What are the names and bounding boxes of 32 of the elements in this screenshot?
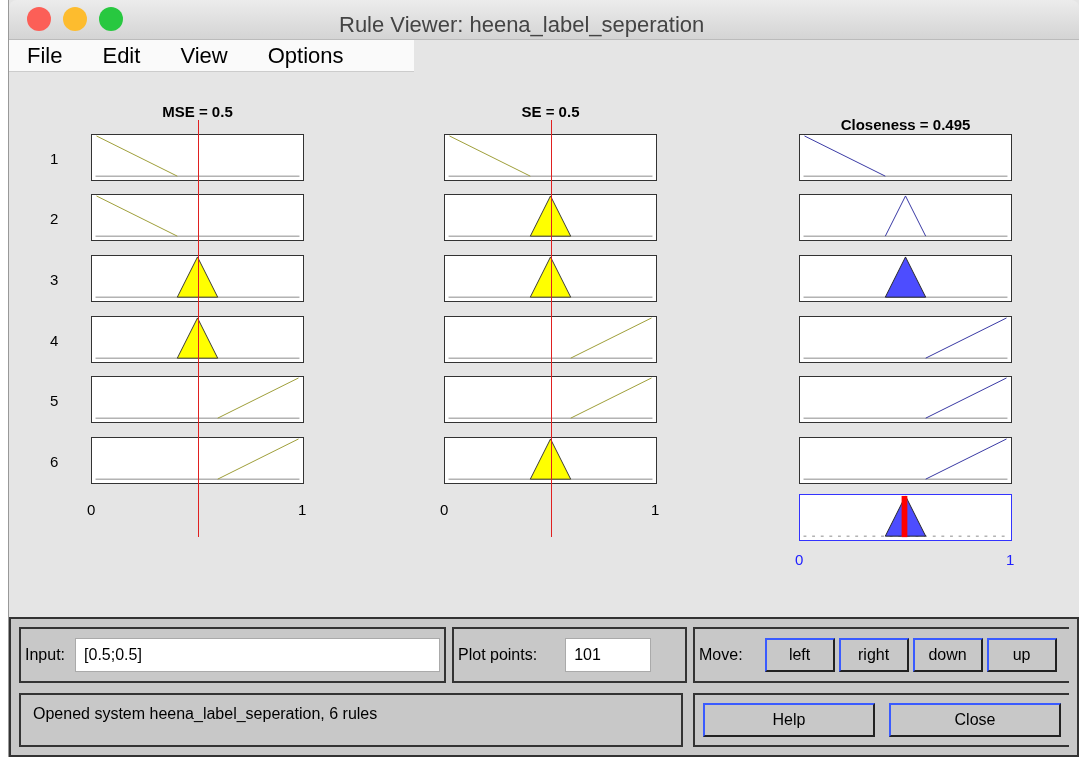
menu-item[interactable]: Options	[267, 38, 344, 72]
variable-title: MSE = 0.5	[161, 101, 234, 122]
menu-item[interactable]: View	[180, 38, 228, 72]
rule-number: 4	[50, 330, 59, 351]
dialog-button[interactable]: Close	[889, 703, 1061, 737]
axis-label: 0	[440, 500, 449, 521]
axis-label: 1	[298, 500, 307, 521]
rule-number: 2	[50, 209, 59, 230]
axis-label: 1	[651, 500, 660, 521]
variable-title: SE = 0.5	[520, 101, 581, 122]
input-label: Input:	[25, 645, 66, 665]
plot-points-label: Plot points:	[458, 645, 538, 665]
move-button[interactable]: right	[838, 638, 909, 672]
input-field[interactable]: [0.5;0.5]	[75, 638, 440, 672]
dialog-button[interactable]: Help	[703, 703, 875, 737]
rule-number: 3	[50, 269, 59, 290]
menu-item[interactable]: File	[27, 38, 63, 72]
move-label: Move:	[699, 645, 743, 665]
move-button[interactable]: down	[912, 638, 983, 672]
rule-number: 6	[50, 451, 59, 472]
move-button[interactable]: left	[764, 638, 835, 672]
menu-item[interactable]: Edit	[102, 38, 141, 72]
variable-title: Closeness = 0.495	[839, 114, 972, 135]
axis-label: 0	[87, 500, 96, 521]
rule-number: 1	[50, 148, 59, 169]
axis-label: 0	[795, 550, 804, 571]
axis-label: 1	[1006, 550, 1015, 571]
status-message: Opened system heena_label_seperation, 6 rules	[33, 704, 378, 724]
window-title: Rule Viewer: heena_label_seperation	[339, 11, 705, 39]
plot-points-field[interactable]: 101	[565, 638, 652, 672]
rule-number: 5	[50, 391, 59, 412]
move-button[interactable]: up	[986, 638, 1057, 672]
